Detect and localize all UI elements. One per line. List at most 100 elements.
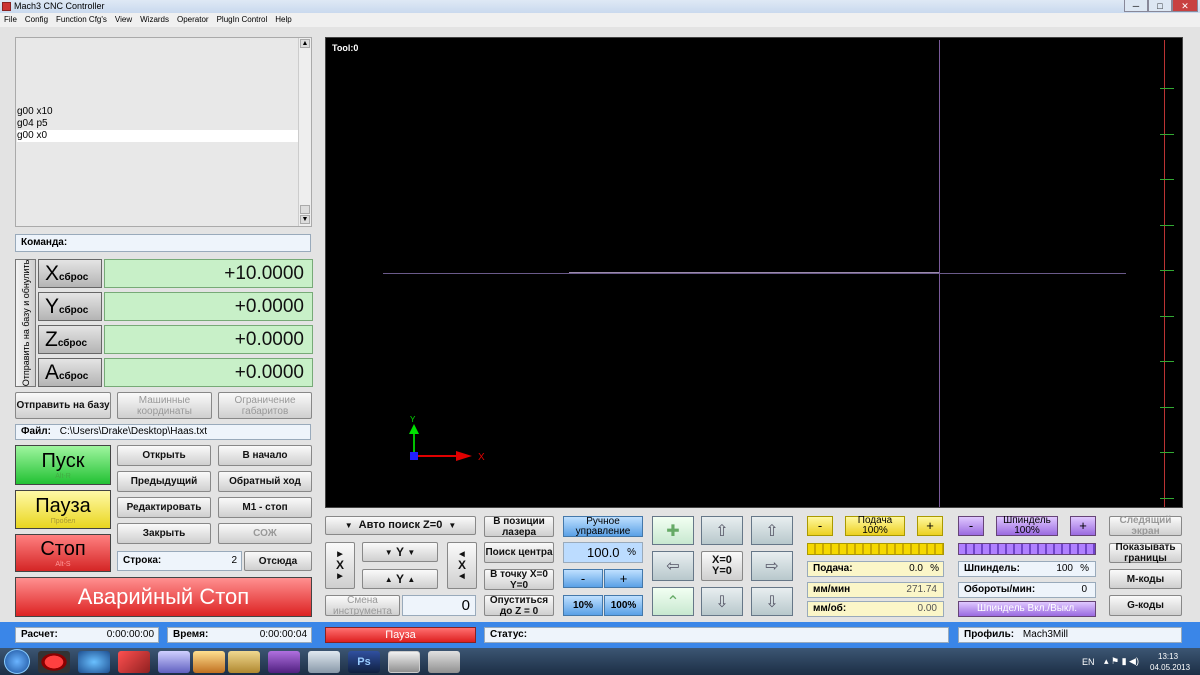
zero-xy-button[interactable]: X=0 Y=0	[701, 551, 743, 581]
jog-rate-minus-button[interactable]: -	[563, 569, 603, 588]
menu-wizards[interactable]: Wizards	[136, 13, 173, 27]
close-file-button[interactable]: Закрыть	[117, 523, 211, 544]
spindle-minus-button[interactable]: -	[958, 516, 984, 536]
app-icon-blue[interactable]	[78, 651, 110, 673]
zero-z-button[interactable]: Zсброс	[38, 325, 102, 354]
feed-override-slider[interactable]	[807, 543, 944, 555]
scroll-thumb[interactable]	[300, 205, 310, 214]
emergency-stop-button[interactable]: Аварийный Стоп	[15, 577, 312, 617]
calculator-icon[interactable]	[308, 651, 340, 673]
command-field[interactable]: Команда:	[15, 234, 311, 252]
soft-limits-button[interactable]: Ограничение габаритов	[218, 392, 312, 419]
open-file-button[interactable]: Открыть	[117, 445, 211, 466]
zero-a-button[interactable]: Aсброс	[38, 358, 102, 387]
cycle-start-button[interactable]: Пуск Alt-R	[15, 445, 111, 485]
dro-y[interactable]: +0.0000	[104, 292, 313, 321]
minimize-button[interactable]: ─	[1124, 0, 1148, 12]
mirror-x-left-button[interactable]: ◀ X ◀	[447, 542, 477, 589]
coolant-button[interactable]: СОЖ	[218, 523, 312, 544]
manual-control-button[interactable]: Ручное управление	[563, 516, 643, 537]
show-limits-button[interactable]: Показывать границы	[1109, 542, 1182, 564]
ref-all-zero-button[interactable]: Отправить на базу и обнулить	[15, 259, 36, 387]
jog-x-plus-button[interactable]: ⇨	[751, 551, 793, 581]
tray-icons[interactable]: ▴ ⚑ ▮ ◀)	[1104, 656, 1139, 667]
jog-z-minus-button[interactable]: ⌃	[652, 587, 694, 616]
rocket-icon[interactable]	[158, 651, 190, 673]
menu-operator[interactable]: Operator	[173, 13, 213, 27]
feed-reset-button[interactable]: Подача 100%	[845, 516, 905, 536]
machine-coords-button[interactable]: Машинные координаты	[117, 392, 212, 419]
jog-y-minus-button[interactable]: ⇩	[701, 587, 743, 616]
toolpath-display[interactable]: Tool:0 Y X	[325, 37, 1183, 508]
mirror-x-button[interactable]: ▶ X ▶	[325, 542, 355, 589]
jog-x-minus-button[interactable]: ⇦	[652, 551, 694, 581]
dro-a[interactable]: +0.0000	[104, 358, 313, 387]
menu-file[interactable]: File	[0, 13, 21, 27]
m-codes-button[interactable]: M-коды	[1109, 569, 1182, 589]
visual-studio-icon[interactable]	[268, 651, 300, 673]
jog-rate-plus-button[interactable]: +	[604, 569, 643, 588]
menu-plugin-control[interactable]: PlugIn Control	[213, 13, 272, 27]
g-codes-button[interactable]: G-коды	[1109, 595, 1182, 616]
menu-config[interactable]: Config	[21, 13, 52, 27]
start-orb-icon[interactable]	[4, 649, 30, 674]
rewind-button[interactable]: В начало	[218, 445, 312, 466]
arrow-down-icon: ⇩	[765, 593, 779, 611]
media-player-icon[interactable]	[193, 651, 225, 673]
gcode-scrollbar[interactable]: ▲ ▼	[298, 38, 311, 226]
jog-100-percent-button[interactable]: 100%	[604, 595, 643, 616]
menu-help[interactable]: Help	[271, 13, 295, 27]
ref-home-button[interactable]: Отправить на базу	[15, 392, 111, 419]
feed-plus-button[interactable]: +	[917, 516, 943, 536]
dro-z[interactable]: +0.0000	[104, 325, 313, 354]
photoshop-icon[interactable]: Ps	[348, 651, 380, 673]
laser-position-button[interactable]: В позиции лазера	[484, 516, 554, 538]
spindle-reset-button[interactable]: Шпиндель 100%	[996, 516, 1058, 536]
reverse-run-button[interactable]: Обратный ход	[218, 471, 312, 492]
jog-10-percent-button[interactable]: 10%	[563, 595, 603, 616]
lower-to-z-zero-button[interactable]: Опуститься до Z = 0	[484, 595, 554, 617]
menu-function-cfgs[interactable]: Function Cfg's	[52, 13, 111, 27]
spindle-toggle-button[interactable]: Шпиндель Вкл./Выкл.	[958, 601, 1096, 617]
goto-xy-zero-button[interactable]: В точку X=0 Y=0	[484, 569, 554, 591]
feed-minus-button[interactable]: -	[807, 516, 833, 536]
jog-rate-field[interactable]: 100.0 %	[563, 542, 643, 563]
jog-down-right-button[interactable]: ⇩	[751, 587, 793, 616]
edit-gcode-button[interactable]: Редактировать	[117, 497, 211, 518]
y-plus-button[interactable]: ▲ Y ▲	[362, 569, 438, 589]
tool-change-button[interactable]: Смена инструмента	[325, 595, 400, 617]
scroll-down-arrow-icon[interactable]: ▼	[300, 215, 310, 224]
maximize-button[interactable]: □	[1148, 0, 1172, 12]
m1-stop-button[interactable]: M1 - стоп	[218, 497, 312, 518]
run-from-here-button[interactable]: Отсюда	[244, 551, 312, 571]
folder-icon[interactable]	[228, 651, 260, 673]
menu-view[interactable]: View	[111, 13, 136, 27]
zero-y-button[interactable]: Yсброс	[38, 292, 102, 321]
stop-button[interactable]: Стоп Alt-S	[15, 534, 111, 572]
line-field[interactable]: Строка: 2	[117, 551, 242, 571]
scroll-up-arrow-icon[interactable]: ▲	[300, 39, 310, 48]
jog-z-plus-button[interactable]: ✚	[652, 516, 694, 545]
mach3-icon[interactable]	[388, 651, 420, 673]
spindle-plus-button[interactable]: +	[1070, 516, 1096, 536]
prev-line-button[interactable]: Предыдущий	[117, 471, 211, 492]
close-window-button[interactable]: ✕	[1172, 0, 1198, 12]
auto-z-zero-label: Авто поиск Z=0	[358, 519, 443, 531]
follow-screen-button[interactable]: Следящий экран	[1109, 515, 1182, 537]
y-minus-button[interactable]: ▼ Y ▼	[362, 542, 438, 562]
language-indicator[interactable]: EN	[1082, 657, 1095, 667]
flash-icon[interactable]	[118, 651, 150, 673]
spindle-override-slider[interactable]	[958, 543, 1096, 555]
zero-x-button[interactable]: Xсброс	[38, 259, 102, 288]
pause-button[interactable]: Пауза Пробел	[15, 490, 111, 529]
elapsed-time-label: Время:	[173, 629, 209, 640]
jog-y-plus-button[interactable]: ⇧	[701, 516, 743, 545]
dro-x[interactable]: +10.0000	[104, 259, 313, 288]
tool-number-field[interactable]: 0	[402, 595, 476, 616]
opera-icon[interactable]	[38, 651, 70, 673]
auto-z-zero-button[interactable]: ▼ Авто поиск Z=0 ▼	[325, 516, 476, 535]
paint-icon[interactable]	[428, 651, 460, 673]
find-center-button[interactable]: Поиск центра	[484, 542, 554, 563]
gcode-listing[interactable]: g00 x10 g04 p5 g00 x0	[15, 37, 312, 227]
jog-up-right-button[interactable]: ⇧	[751, 516, 793, 545]
